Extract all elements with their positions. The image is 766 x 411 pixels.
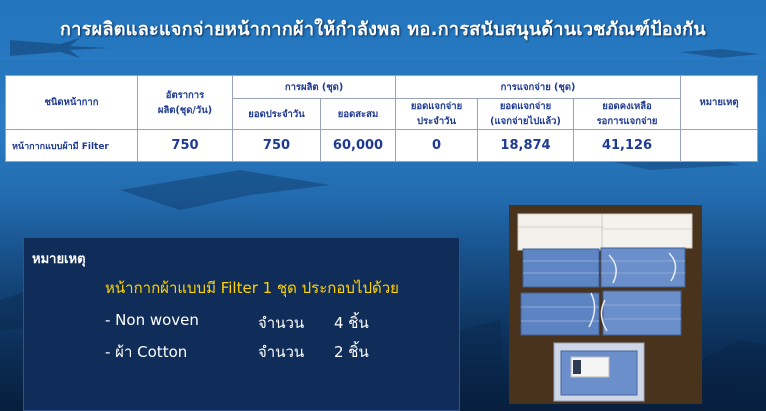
header-remaining: ยอดคงเหลือ รอการแจกจ่าย xyxy=(573,98,682,130)
header-daily-distribution: ยอดแจกจ่าย ประจำวัน xyxy=(395,98,479,130)
cell-production-rate: 750 xyxy=(137,129,233,162)
note-heading: หน้ากากผ้าแบบมี Filter 1 ชุด ประกอบไปด้ว… xyxy=(105,279,399,297)
header-total-distribution-line2: (แจกจ่ายไปแล้ว) xyxy=(490,116,561,127)
note-item-name: - ผ้า Cotton xyxy=(105,343,188,361)
note-item-qty: 4 ชิ้น xyxy=(334,314,369,332)
mask-photo-drawing xyxy=(509,205,702,404)
header-production-rate-line2: ผลิต(ชุด/วัน) xyxy=(157,104,213,116)
cell-remaining: 41,126 xyxy=(573,129,682,162)
mask-photo xyxy=(509,205,702,404)
cell-mask-name: หน้ากากแบบผ้ามี Filter xyxy=(5,129,138,162)
note-item-qty-label: จำนวน xyxy=(258,343,305,361)
header-mask-type: ชนิดหน้ากาก xyxy=(5,75,138,130)
header-production-rate-line1: อัตราการ xyxy=(165,89,205,101)
cell-daily-output: 750 xyxy=(232,129,321,162)
header-production-group: การผลิต (ชุด) xyxy=(231,75,397,99)
header-distribution-group: การแจกจ่าย (ชุด) xyxy=(395,75,682,99)
header-total-distribution-line1: ยอดแจกจ่าย xyxy=(499,101,552,112)
cell-total-distribution: 18,874 xyxy=(477,129,575,162)
header-remaining-line1: ยอดคงเหลือ xyxy=(602,101,652,112)
header-daily-output: ยอดประจำวัน xyxy=(232,98,321,130)
header-daily-distribution-line1: ยอดแจกจ่าย xyxy=(410,101,463,112)
note-item-qty-label: จำนวน xyxy=(258,314,305,332)
page-title: การผลิตและแจกจ่ายหน้ากากผ้าให้กำลังพล ทอ… xyxy=(60,19,706,40)
table-row: หน้ากากแบบผ้ามี Filter 750 750 60,000 0 … xyxy=(5,129,759,162)
note-panel xyxy=(23,237,460,411)
header-remarks: หมายเหตุ xyxy=(680,75,759,130)
note-item-name: - Non woven xyxy=(105,311,199,329)
header-production-rate: อัตราการ ผลิต(ชุด/วัน) xyxy=(137,75,233,130)
note-item-qty: 2 ชิ้น xyxy=(334,343,369,361)
note-title: หมายเหตุ xyxy=(32,252,86,267)
header-remaining-line2: รอการแจกจ่าย xyxy=(596,116,658,127)
header-daily-distribution-line2: ประจำวัน xyxy=(417,116,456,127)
header-total-distribution: ยอดแจกจ่าย (แจกจ่ายไปแล้ว) xyxy=(477,98,575,130)
cell-remarks xyxy=(680,129,759,162)
header-cumulative: ยอดสะสม xyxy=(319,98,397,130)
production-distribution-table: ชนิดหน้ากาก อัตราการ ผลิต(ชุด/วัน) การผล… xyxy=(5,75,759,162)
cell-daily-distribution: 0 xyxy=(395,129,479,162)
table-header-row: ชนิดหน้ากาก อัตราการ ผลิต(ชุด/วัน) การผล… xyxy=(5,75,759,130)
cell-cumulative: 60,000 xyxy=(319,129,397,162)
